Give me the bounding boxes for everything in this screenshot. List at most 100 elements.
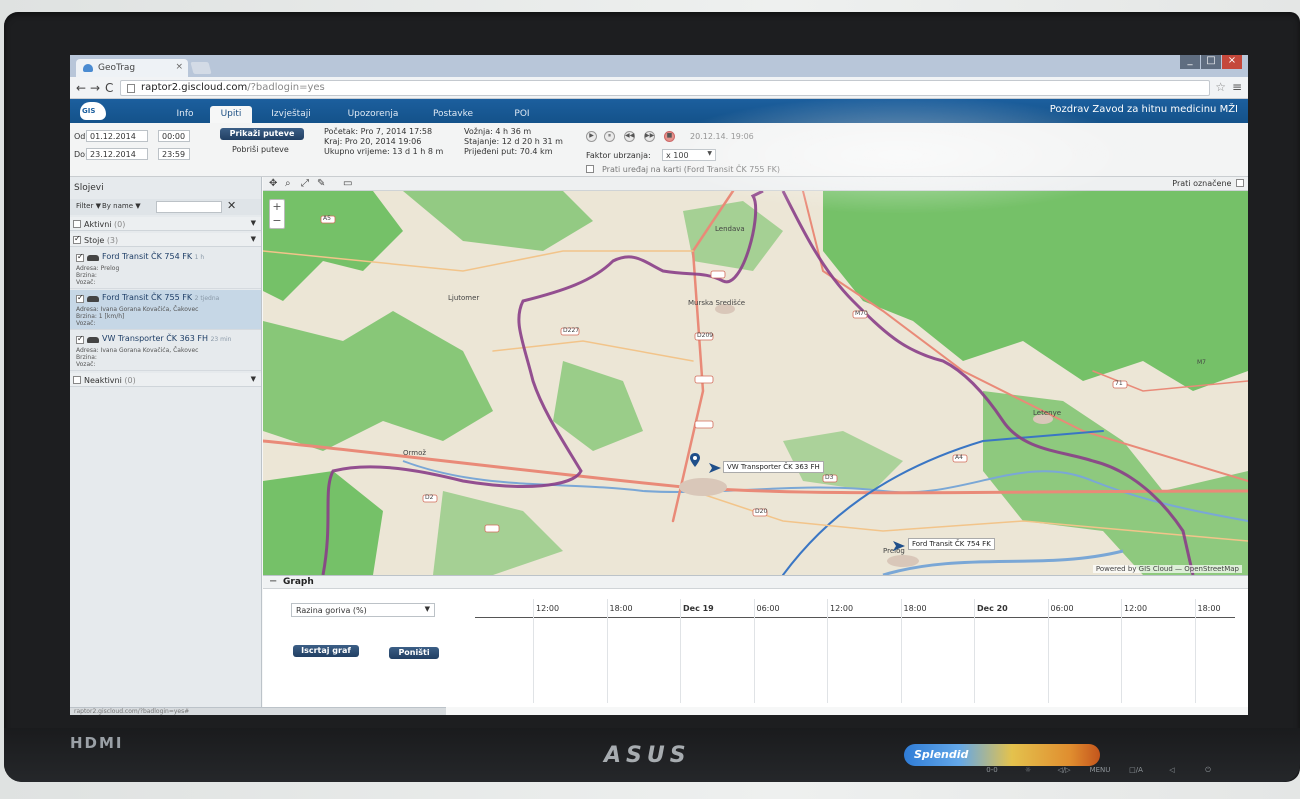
group-stopped-checkbox[interactable] <box>73 234 81 244</box>
pause-button[interactable]: ⏸ <box>604 131 615 142</box>
monitor-buttons[interactable]: 0-0 ☼ ◁/▷ MENU □/A ◁ ⏻ <box>974 766 1234 780</box>
road-label: M70 <box>855 310 868 317</box>
place-label: Murska Središće <box>688 299 746 307</box>
monitor-button[interactable]: ☼ <box>1010 766 1046 774</box>
vehicle-checkbox[interactable] <box>76 334 84 344</box>
layers-icon[interactable]: ▭ <box>343 178 352 189</box>
clear-routes-button[interactable]: Pobriši puteve <box>232 145 289 154</box>
vehicle-map-label[interactable]: Ford Transit ČK 754 FK <box>908 538 995 550</box>
chevron-down-icon[interactable]: ▼ <box>251 219 256 227</box>
measure-icon[interactable]: ✎ <box>317 178 325 189</box>
new-tab-button[interactable] <box>190 62 212 74</box>
time-tick-label: 06:00 <box>756 604 780 613</box>
reload-button[interactable]: C <box>105 81 113 95</box>
zoom-extent-icon[interactable]: ⤢ <box>301 178 309 189</box>
location-pin-icon[interactable] <box>690 453 700 467</box>
vehicle-item[interactable]: Ford Transit ČK 754 FK 1 h Adresa: Prelo… <box>70 249 261 289</box>
to-time-input[interactable]: 23:59 <box>158 148 190 160</box>
speed-factor-select[interactable]: x 100 ▼ <box>662 149 716 161</box>
vehicle-item-selected[interactable]: Ford Transit ČK 755 FK 2 tjedna Adresa: … <box>70 290 261 330</box>
collapse-graph-button[interactable]: − <box>269 576 277 587</box>
fast-forward-button[interactable]: ▶▶ <box>644 131 655 142</box>
vehicle-marker-icon[interactable] <box>709 463 721 473</box>
vehicle-marker-icon[interactable] <box>893 541 905 551</box>
hdmi-logo: HDMI <box>70 734 124 752</box>
time-tick: 18:00 <box>900 599 927 703</box>
tab-poi[interactable]: POI <box>502 106 542 123</box>
sort-dropdown[interactable]: By name ▼ <box>102 202 141 210</box>
vehicle-address: Adresa: Ivana Gorana Kovačića, Čakovec <box>76 347 199 354</box>
tab-close-icon[interactable]: × <box>175 62 183 72</box>
tab-upozorenja[interactable]: Upozorenja <box>340 106 406 123</box>
zoom-out-button[interactable]: − <box>270 214 284 228</box>
group-stopped[interactable]: Stoje (3) ▼ <box>70 233 261 247</box>
filter-dropdown[interactable]: Filter ▼ <box>76 202 101 210</box>
maximize-button[interactable]: □ <box>1201 55 1221 69</box>
clear-filter-icon[interactable]: ✕ <box>227 199 236 212</box>
road-label: M7 <box>1197 359 1206 366</box>
group-inactive[interactable]: Neaktivni (0) ▼ <box>70 373 261 387</box>
address-bar[interactable]: raptor2.giscloud.com/?badlogin=yes <box>120 80 1210 96</box>
zoom-in-button[interactable]: + <box>270 200 284 214</box>
draw-graph-button[interactable]: Iscrtaj graf <box>293 645 359 657</box>
group-inactive-checkbox[interactable] <box>73 376 81 384</box>
vehicle-checkbox[interactable] <box>76 293 84 303</box>
monitor-button[interactable]: □/A <box>1118 766 1154 774</box>
filter-search-input[interactable] <box>156 201 222 213</box>
monitor-button[interactable]: MENU <box>1082 766 1118 774</box>
vehicle-checkbox[interactable] <box>76 252 84 262</box>
chevron-down-icon[interactable]: ▼ <box>251 235 256 243</box>
stop-button[interactable]: ■ <box>664 131 675 142</box>
car-icon <box>87 296 99 302</box>
follow-device-checkbox[interactable] <box>586 165 594 173</box>
group-stopped-count: (3) <box>106 236 119 245</box>
pan-icon[interactable]: ✥ <box>269 178 277 189</box>
from-time-input[interactable]: 00:00 <box>158 130 190 142</box>
stat-end: Kraj: Pro 20, 2014 19:06 <box>324 137 422 146</box>
vehicle-map-label[interactable]: VW Transporter ČK 363 FH <box>723 461 824 473</box>
url-path: /?badlogin=yes <box>247 82 325 93</box>
time-tick: Dec 19 <box>680 599 714 703</box>
back-button[interactable]: ← <box>76 81 86 95</box>
time-tick-label: Dec 19 <box>683 604 714 613</box>
from-date-input[interactable]: 01.12.2014 <box>86 130 148 142</box>
group-active-checkbox[interactable] <box>73 220 81 228</box>
tab-izvjestaji[interactable]: Izvještaji <box>260 106 322 123</box>
group-inactive-label: Neaktivni <box>84 376 122 385</box>
browser-menu-icon[interactable]: ≡ <box>1232 80 1242 94</box>
favicon-icon <box>83 64 93 72</box>
asus-logo: ASUS <box>604 743 691 768</box>
browser-toolbar: ← → C raptor2.giscloud.com/?badlogin=yes… <box>70 77 1248 99</box>
reset-graph-button[interactable]: Poništi <box>389 647 439 659</box>
monitor-button[interactable]: ◁ <box>1154 766 1190 774</box>
monitor-button[interactable]: ◁/▷ <box>1046 766 1082 774</box>
map-graphics <box>263 191 1248 575</box>
tab-info[interactable]: Info <box>162 106 208 123</box>
tab-postavke[interactable]: Postavke <box>424 106 482 123</box>
group-active[interactable]: Aktivni (0) ▼ <box>70 217 261 231</box>
graph-metric-select[interactable]: Razina goriva (%) ▼ <box>291 603 435 617</box>
filter-label: Filter <box>76 202 94 210</box>
play-button[interactable]: ▶ <box>586 131 597 142</box>
minimize-button[interactable]: _ <box>1180 55 1200 69</box>
browser-tab[interactable]: GeoTrag × <box>76 59 188 77</box>
time-tick-label: 18:00 <box>1197 604 1221 613</box>
show-routes-button[interactable]: Prikaži puteve <box>220 128 304 140</box>
forward-button[interactable]: → <box>90 81 100 95</box>
chevron-down-icon[interactable]: ▼ <box>251 375 256 383</box>
map-canvas[interactable]: + − Lendava Murska Središće Letenye Ormo… <box>263 191 1248 575</box>
stat-stopped: Stajanje: 12 d 20 h 31 m <box>464 137 563 146</box>
tab-graph[interactable]: Graph <box>283 577 314 587</box>
zoom-box-icon[interactable]: ⌕ <box>285 178 291 189</box>
vehicle-item[interactable]: VW Transporter ČK 363 FH 23 min Adresa: … <box>70 331 261 371</box>
to-date-input[interactable]: 23.12.2014 <box>86 148 148 160</box>
follow-marked-checkbox[interactable] <box>1236 178 1244 187</box>
bookmark-star-icon[interactable]: ☆ <box>1215 80 1226 94</box>
power-button[interactable]: ⏻ <box>1190 766 1226 775</box>
tab-upiti[interactable]: Upiti <box>210 106 252 123</box>
rewind-button[interactable]: ◀◀ <box>624 131 635 142</box>
close-window-button[interactable]: × <box>1222 55 1242 69</box>
monitor-button[interactable]: 0-0 <box>974 766 1010 774</box>
window-controls: _ □ × <box>1179 55 1242 69</box>
time-tick: Dec 20 <box>974 599 1008 703</box>
